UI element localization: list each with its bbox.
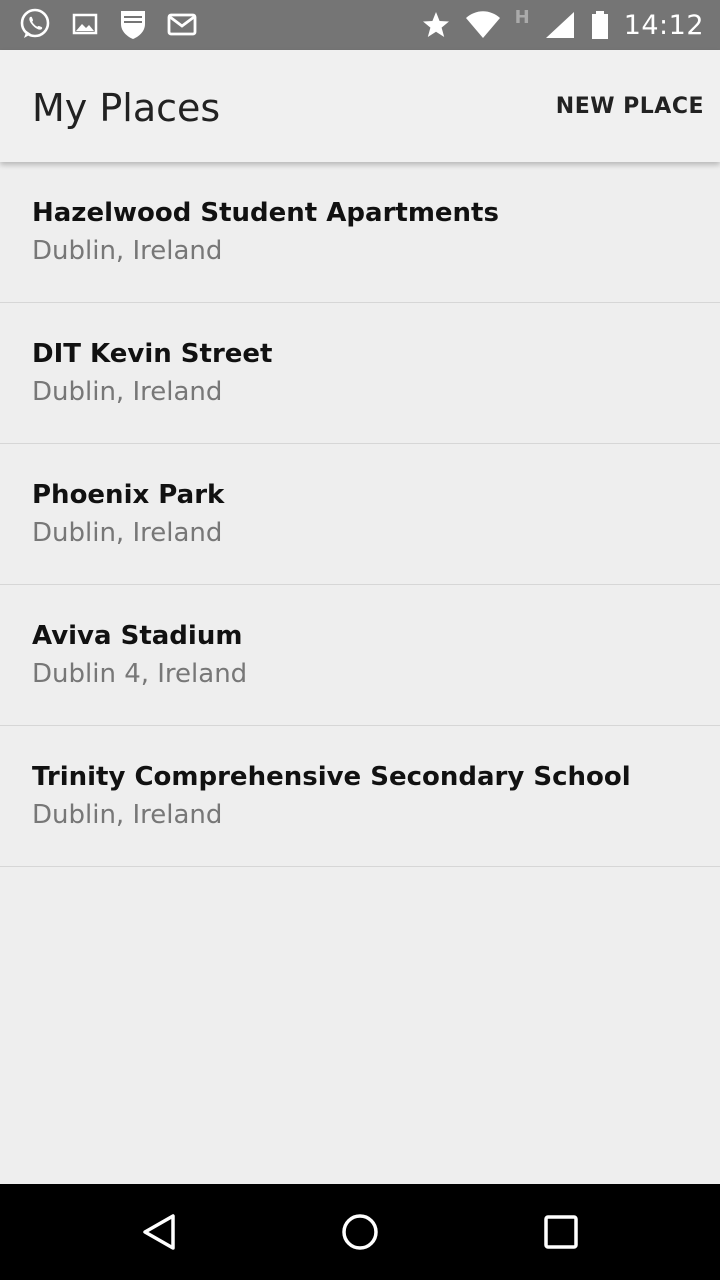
place-name: Phoenix Park [32,480,225,510]
recents-icon[interactable] [541,1212,581,1252]
app-bar: My Places NEW PLACE [0,50,720,162]
battery-icon [590,10,610,40]
status-bar: H 14:12 [0,0,720,50]
h-network-icon: H [515,7,530,28]
back-icon[interactable] [140,1212,180,1252]
new-place-button[interactable]: NEW PLACE [556,94,704,119]
list-item-place[interactable]: Aviva Stadium Dublin 4, Ireland [0,585,720,726]
image-icon [70,9,100,39]
place-location: Dublin, Ireland [32,236,223,266]
place-location: Dublin 4, Ireland [32,659,248,689]
shield-icon [118,7,148,41]
place-name: Hazelwood Student Apartments [32,198,499,228]
list-item-place[interactable]: DIT Kevin Street Dublin, Ireland [0,303,720,444]
place-location: Dublin, Ireland [32,518,223,548]
list-item-place[interactable]: Hazelwood Student Apartments Dublin, Ire… [0,162,720,303]
navigation-bar [0,1184,720,1280]
home-icon[interactable] [340,1212,380,1252]
place-name: Aviva Stadium [32,621,243,651]
place-location: Dublin, Ireland [32,800,223,830]
gmail-icon [166,9,198,39]
signal-icon [544,10,576,40]
clock: 14:12 [623,9,704,41]
network-type-label: H [514,6,530,28]
page-title: My Places [32,86,221,130]
place-list: Hazelwood Student Apartments Dublin, Ire… [0,162,720,867]
wifi-icon [465,10,501,40]
star-icon [421,10,451,40]
system-icons: H 14:12 [421,0,704,50]
notification-icons [18,7,198,41]
place-name: Trinity Comprehensive Secondary School [32,762,631,792]
place-location: Dublin, Ireland [32,377,223,407]
list-item-place[interactable]: Trinity Comprehensive Secondary School D… [0,726,720,867]
whatsapp-icon [18,7,52,41]
list-item-place[interactable]: Phoenix Park Dublin, Ireland [0,444,720,585]
place-name: DIT Kevin Street [32,339,273,369]
